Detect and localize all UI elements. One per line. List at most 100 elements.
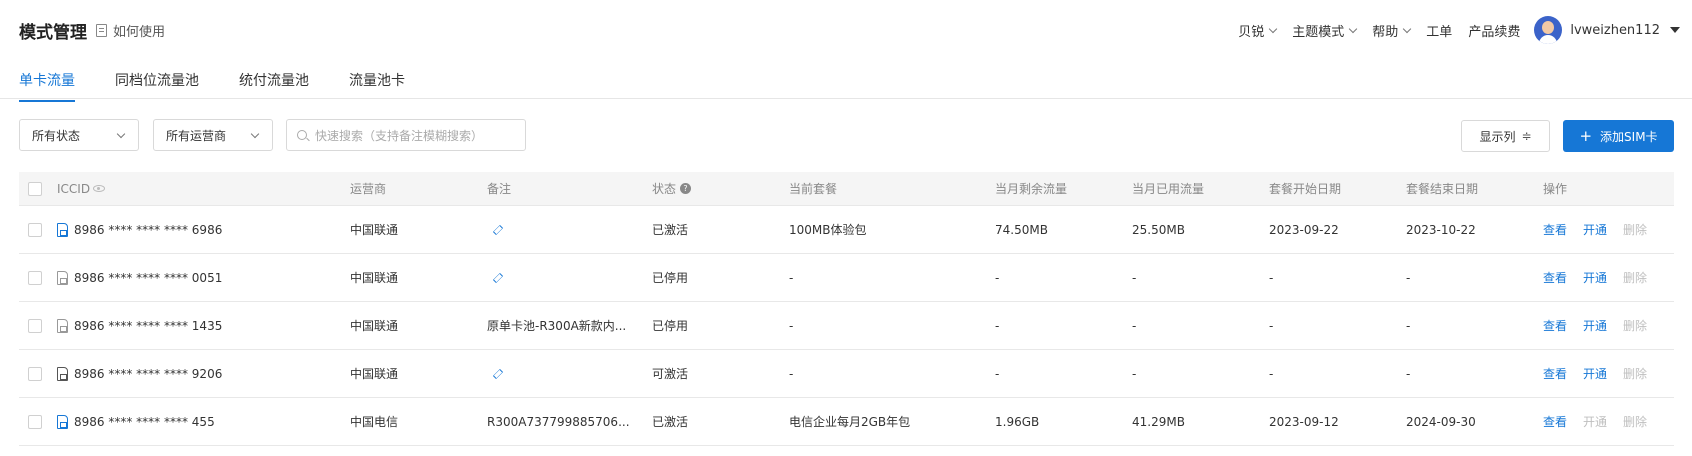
table-header: ICCID 运营商 备注 状态 ? 当前套餐 当月剩余流量 当月已用流量 套餐开… bbox=[19, 172, 1674, 206]
theme-menu[interactable]: 主题模式 bbox=[1292, 21, 1358, 40]
iccid-value: 8986 **** **** **** 1435 bbox=[74, 318, 223, 333]
sim-card-icon bbox=[57, 366, 68, 381]
remaining-cell: - bbox=[995, 366, 1000, 381]
carrier-cell: 中国电信 bbox=[350, 415, 399, 429]
status-cell: 已停用 bbox=[652, 319, 689, 333]
row-checkbox[interactable] bbox=[28, 366, 42, 381]
end-date-cell: 2023-10-22 bbox=[1406, 222, 1476, 237]
start-date-cell: 2023-09-22 bbox=[1269, 222, 1339, 237]
delete-link[interactable]: 删除 bbox=[1623, 317, 1647, 334]
delete-link[interactable]: 删除 bbox=[1623, 269, 1647, 286]
iccid-value: 8986 **** **** **** 9206 bbox=[74, 366, 223, 381]
used-cell: 25.50MB bbox=[1132, 222, 1185, 237]
end-date-cell: 2024-09-30 bbox=[1406, 414, 1476, 429]
carrier-cell: 中国联通 bbox=[350, 271, 399, 285]
delete-link[interactable]: 删除 bbox=[1623, 221, 1647, 238]
open-link[interactable]: 开通 bbox=[1583, 365, 1607, 382]
row-checkbox[interactable] bbox=[28, 318, 42, 333]
used-cell: - bbox=[1132, 318, 1137, 333]
chevron-down-icon bbox=[116, 129, 126, 139]
caret-down-icon[interactable] bbox=[1670, 27, 1680, 33]
renew-link[interactable]: 产品续费 bbox=[1468, 21, 1520, 40]
brand-menu[interactable]: 贝锐 bbox=[1238, 21, 1278, 40]
header-ops: 操作 bbox=[1543, 182, 1568, 196]
brand-menu-label: 贝锐 bbox=[1238, 24, 1265, 40]
row-checkbox[interactable] bbox=[28, 270, 42, 285]
view-link[interactable]: 查看 bbox=[1543, 365, 1567, 382]
iccid-cell: 8986 **** **** **** 455 bbox=[57, 398, 215, 445]
chevron-down-icon bbox=[1269, 24, 1278, 33]
eye-icon[interactable] bbox=[93, 185, 106, 192]
actions-cell: 查看 开通 删除 bbox=[1543, 254, 1663, 301]
display-columns-button[interactable]: 显示列 ≑ bbox=[1461, 120, 1550, 152]
edit-icon[interactable] bbox=[492, 368, 504, 379]
remark-cell bbox=[487, 350, 504, 397]
header-carrier: 运营商 bbox=[350, 182, 387, 196]
status-select-value: 所有状态 bbox=[32, 128, 81, 143]
remark-cell[interactable]: 原单卡池-R300A新款内... bbox=[487, 302, 626, 349]
start-date-cell: - bbox=[1269, 366, 1274, 381]
tab-unified-pool[interactable]: 统付流量池 bbox=[239, 70, 309, 100]
row-checkbox[interactable] bbox=[28, 414, 42, 429]
used-cell: - bbox=[1132, 270, 1137, 285]
add-sim-label: 添加SIM卡 bbox=[1600, 129, 1658, 144]
delete-link[interactable]: 删除 bbox=[1623, 365, 1647, 382]
edit-icon[interactable] bbox=[492, 224, 504, 235]
header-remark: 备注 bbox=[487, 182, 512, 196]
remark-cell bbox=[487, 254, 504, 301]
iccid-value: 8986 **** **** **** 6986 bbox=[74, 222, 223, 237]
open-link[interactable]: 开通 bbox=[1583, 413, 1607, 430]
avatar[interactable] bbox=[1534, 16, 1563, 44]
how-to-use-link[interactable]: 如何使用 bbox=[96, 21, 165, 40]
used-cell: - bbox=[1132, 366, 1137, 381]
carrier-cell: 中国联通 bbox=[350, 367, 399, 381]
status-cell: 可激活 bbox=[652, 367, 689, 381]
add-sim-button[interactable]: + 添加SIM卡 bbox=[1563, 120, 1674, 152]
tab-single-card[interactable]: 单卡流量 bbox=[19, 70, 75, 102]
view-link[interactable]: 查看 bbox=[1543, 413, 1567, 430]
header-remaining: 当月剩余流量 bbox=[995, 182, 1068, 196]
iccid-cell: 8986 **** **** **** 6986 bbox=[57, 206, 222, 253]
tab-same-tier-pool[interactable]: 同档位流量池 bbox=[115, 70, 199, 100]
chevron-down-icon bbox=[1349, 24, 1358, 33]
chevron-down-icon bbox=[250, 129, 260, 139]
remaining-cell: 74.50MB bbox=[995, 222, 1048, 237]
view-link[interactable]: 查看 bbox=[1543, 269, 1567, 286]
page-title: 模式管理 bbox=[19, 23, 87, 43]
sim-card-icon bbox=[57, 270, 68, 285]
delete-link[interactable]: 删除 bbox=[1623, 413, 1647, 430]
remaining-cell: - bbox=[995, 270, 1000, 285]
search-icon bbox=[297, 130, 307, 140]
open-link[interactable]: 开通 bbox=[1583, 269, 1607, 286]
carrier-cell: 中国联通 bbox=[350, 319, 399, 333]
open-link[interactable]: 开通 bbox=[1583, 317, 1607, 334]
header-used: 当月已用流量 bbox=[1132, 182, 1205, 196]
remaining-cell: - bbox=[995, 318, 1000, 333]
status-cell: 已激活 bbox=[652, 415, 689, 429]
plan-cell: - bbox=[789, 318, 794, 333]
help-icon[interactable]: ? bbox=[680, 183, 692, 194]
table-row: 8986 **** **** **** 455 中国电信 R300A737799… bbox=[19, 398, 1674, 446]
start-date-cell: 2023-09-12 bbox=[1269, 414, 1339, 429]
view-link[interactable]: 查看 bbox=[1543, 221, 1567, 238]
status-select[interactable]: 所有状态 bbox=[19, 119, 139, 151]
header-status: 状态 ? bbox=[652, 172, 692, 205]
ticket-link[interactable]: 工单 bbox=[1426, 21, 1452, 40]
username[interactable]: lvweizhen112 bbox=[1570, 23, 1660, 38]
status-cell: 已激活 bbox=[652, 223, 689, 237]
select-all-checkbox[interactable] bbox=[28, 181, 42, 196]
carrier-select[interactable]: 所有运营商 bbox=[153, 119, 273, 151]
help-menu[interactable]: 帮助 bbox=[1372, 21, 1412, 40]
iccid-value: 8986 **** **** **** 0051 bbox=[74, 270, 223, 285]
view-link[interactable]: 查看 bbox=[1543, 317, 1567, 334]
edit-icon[interactable] bbox=[492, 272, 504, 283]
search-input[interactable]: 快速搜索（支持备注模糊搜索） bbox=[286, 119, 526, 151]
header-start-date: 套餐开始日期 bbox=[1269, 182, 1342, 196]
sliders-icon: ≑ bbox=[1521, 129, 1532, 143]
remark-cell[interactable]: R300A737799885706... bbox=[487, 398, 630, 445]
tab-pool-cards[interactable]: 流量池卡 bbox=[349, 70, 405, 100]
top-nav: 贝锐 主题模式 帮助 工单 产品续费 lvweizhen112 bbox=[1222, 14, 1680, 46]
row-checkbox[interactable] bbox=[28, 222, 42, 237]
document-icon bbox=[96, 24, 107, 37]
open-link[interactable]: 开通 bbox=[1583, 221, 1607, 238]
